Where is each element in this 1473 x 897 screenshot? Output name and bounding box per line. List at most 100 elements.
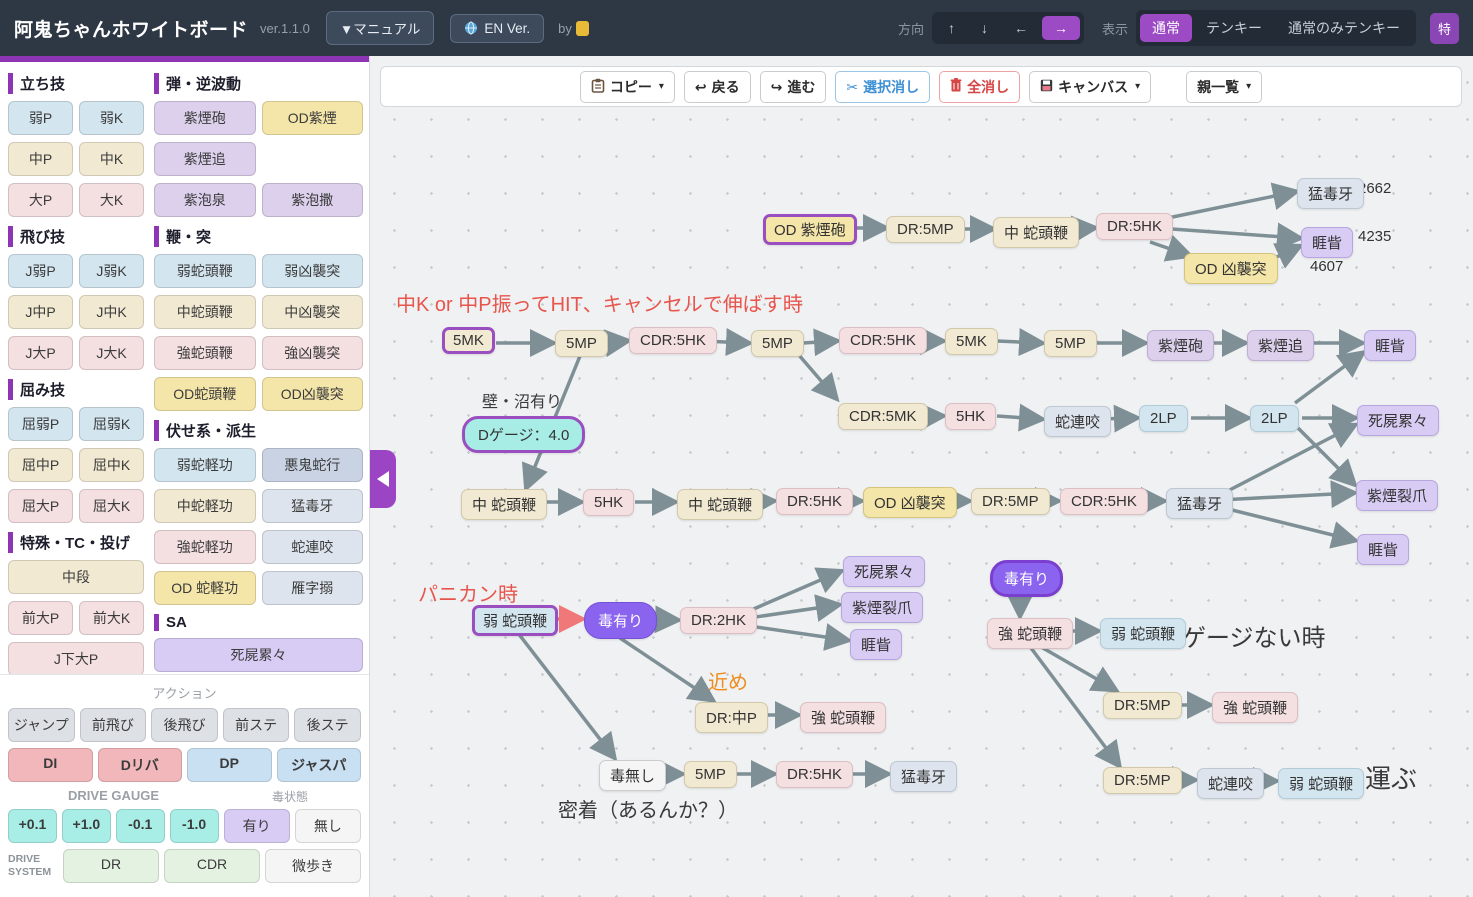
gauge-button[interactable]: 無し bbox=[295, 809, 361, 843]
flow-node[interactable]: CDR:5MK bbox=[838, 403, 928, 430]
move-button[interactable]: 弱蛇軽功 bbox=[154, 448, 256, 482]
move-button[interactable]: 中P bbox=[8, 142, 73, 176]
move-button[interactable]: 紫煙砲 bbox=[154, 101, 256, 135]
system-button[interactable]: 微歩き bbox=[265, 849, 361, 883]
flow-node[interactable]: 弱 蛇頭鞭 bbox=[1278, 768, 1364, 799]
flow-node[interactable]: DR:2HK bbox=[680, 607, 757, 634]
move-button[interactable]: J大P bbox=[8, 336, 73, 370]
whiteboard-canvas[interactable]: コピー▾ ↩戻る ↪進む✂選択消し全消しキャンバス▾ 親一覧▾ OD 紫煙砲 DR:5M… bbox=[370, 56, 1473, 897]
flow-node[interactable]: 5MK bbox=[945, 328, 998, 355]
drive-action-button[interactable]: DP bbox=[187, 748, 272, 782]
copy-button[interactable]: コピー▾ bbox=[580, 71, 675, 103]
move-button[interactable]: 強凶襲突 bbox=[262, 336, 364, 370]
move-button[interactable]: 屈弱P bbox=[8, 407, 73, 441]
parent-list-button[interactable]: 親一覧▾ bbox=[1186, 71, 1262, 103]
move-button[interactable]: 屈大K bbox=[79, 489, 144, 523]
move-button[interactable]: 前大P bbox=[8, 601, 73, 635]
en-version-button[interactable]: EN Ver. bbox=[450, 14, 544, 43]
canvas-button[interactable]: キャンバス▾ bbox=[1029, 71, 1151, 103]
move-button[interactable]: 弱凶襲突 bbox=[262, 254, 364, 288]
flow-node[interactable]: 睚眥 bbox=[850, 629, 902, 660]
move-button[interactable]: 中蛇軽功 bbox=[154, 489, 256, 523]
move-button[interactable]: J中P bbox=[8, 295, 73, 329]
move-button[interactable]: 蛇連咬 bbox=[262, 530, 364, 564]
action-button[interactable]: 前飛び bbox=[80, 708, 147, 742]
flow-node[interactable]: 強 蛇頭鞭 bbox=[987, 618, 1073, 649]
drive-action-button[interactable]: ジャスパ bbox=[277, 748, 362, 782]
move-button[interactable]: 中K bbox=[79, 142, 144, 176]
flow-node[interactable]: DR:中P bbox=[695, 702, 768, 733]
flow-node[interactable]: DR:5MP bbox=[886, 216, 965, 243]
flow-node[interactable]: CDR:5HK bbox=[839, 327, 927, 354]
flow-node[interactable]: OD 紫煙砲 bbox=[763, 214, 857, 245]
direction-option-button[interactable]: ↑ bbox=[936, 16, 967, 40]
move-button[interactable]: OD蛇頭鞭 bbox=[154, 377, 256, 411]
flow-node[interactable]: 死屍累々 bbox=[843, 556, 925, 587]
action-button[interactable]: 後飛び bbox=[151, 708, 218, 742]
flow-node[interactable]: 蛇連咬 bbox=[1044, 406, 1111, 437]
flow-node[interactable]: 死屍累々 bbox=[1357, 405, 1439, 436]
action-button[interactable]: 前ステ bbox=[223, 708, 290, 742]
move-button[interactable]: J弱P bbox=[8, 254, 73, 288]
flow-node[interactable]: 5HK bbox=[583, 489, 634, 516]
gauge-button[interactable]: 有り bbox=[224, 809, 290, 843]
move-button[interactable]: 屈大P bbox=[8, 489, 73, 523]
move-button[interactable]: 死屍累々 bbox=[154, 638, 363, 672]
flow-node[interactable]: 睚眥 bbox=[1364, 330, 1416, 361]
direction-option-button[interactable]: ↓ bbox=[969, 16, 1000, 40]
drive-action-button[interactable]: DI bbox=[8, 748, 93, 782]
move-button[interactable]: 紫煙追 bbox=[154, 142, 256, 176]
flow-node[interactable]: 中 蛇頭鞭 bbox=[677, 489, 763, 520]
move-button[interactable]: 強蛇軽功 bbox=[154, 530, 256, 564]
clear-selection-button[interactable]: ✂選択消し bbox=[835, 71, 930, 103]
flow-node[interactable]: DR:5MP bbox=[971, 488, 1050, 515]
flow-node[interactable]: 弱 蛇頭鞭 bbox=[472, 605, 558, 636]
gauge-button[interactable]: +0.1 bbox=[8, 809, 57, 843]
flow-node[interactable]: 2LP bbox=[1250, 405, 1299, 432]
move-button[interactable]: 弱蛇頭鞭 bbox=[154, 254, 256, 288]
display-option-button[interactable]: テンキー bbox=[1194, 14, 1274, 42]
flow-node[interactable]: DR:5HK bbox=[1096, 213, 1173, 240]
flow-node[interactable]: 紫煙追 bbox=[1247, 330, 1314, 361]
move-button[interactable]: 悪鬼蛇行 bbox=[262, 448, 364, 482]
display-option-button[interactable]: 通常 bbox=[1140, 14, 1192, 42]
move-button[interactable]: 紫泡泉 bbox=[154, 183, 256, 217]
sidebar-collapse-button[interactable] bbox=[370, 450, 396, 508]
flow-node[interactable]: 睚眥 bbox=[1301, 227, 1353, 258]
move-button[interactable]: 猛毒牙 bbox=[262, 489, 364, 523]
move-button[interactable]: 紫泡撒 bbox=[262, 183, 364, 217]
flow-node[interactable]: 2LP bbox=[1139, 405, 1188, 432]
move-button[interactable]: J弱K bbox=[79, 254, 144, 288]
move-button[interactable]: 中段 bbox=[8, 560, 144, 594]
flow-node[interactable]: OD 凶襲突 bbox=[863, 487, 957, 518]
system-button[interactable]: CDR bbox=[164, 849, 260, 883]
flow-node[interactable]: DR:5MP bbox=[1103, 767, 1182, 794]
clear-all-button[interactable]: 全消し bbox=[939, 71, 1020, 103]
flow-node[interactable]: 5MP bbox=[1044, 330, 1097, 357]
flow-node[interactable]: 5MP bbox=[751, 330, 804, 357]
manual-button[interactable]: ▼マニュアル bbox=[326, 11, 434, 45]
drive-action-button[interactable]: Dリバ bbox=[98, 748, 183, 782]
flow-node[interactable]: 中 蛇頭鞭 bbox=[993, 217, 1079, 248]
display-option-button[interactable]: 通常のみテンキー bbox=[1276, 14, 1412, 42]
move-button[interactable]: J中K bbox=[79, 295, 144, 329]
flow-node[interactable]: 弱 蛇頭鞭 bbox=[1100, 618, 1186, 649]
redo-button[interactable]: ↪進む bbox=[760, 71, 827, 103]
move-button[interactable]: 弱P bbox=[8, 101, 73, 135]
flow-node[interactable]: DR:5MP bbox=[1103, 692, 1182, 719]
flow-node[interactable]: CDR:5HK bbox=[629, 327, 717, 354]
flow-node[interactable]: 毒有り bbox=[990, 560, 1063, 597]
system-button[interactable]: DR bbox=[63, 849, 159, 883]
author-avatar[interactable] bbox=[576, 21, 589, 36]
action-button[interactable]: ジャンプ bbox=[8, 708, 75, 742]
move-button[interactable]: 前大K bbox=[79, 601, 144, 635]
flow-node[interactable]: DR:5HK bbox=[776, 488, 853, 515]
move-button[interactable]: J大K bbox=[79, 336, 144, 370]
flow-node[interactable]: 強 蛇頭鞭 bbox=[1212, 692, 1298, 723]
undo-button[interactable]: ↩戻る bbox=[684, 71, 751, 103]
flow-node[interactable]: 5MK bbox=[442, 327, 495, 354]
move-button[interactable]: 屈中P bbox=[8, 448, 73, 482]
move-button[interactable]: 屈中K bbox=[79, 448, 144, 482]
flow-node[interactable]: 蛇連咬 bbox=[1197, 768, 1264, 799]
flow-node[interactable]: CDR:5HK bbox=[1060, 488, 1148, 515]
